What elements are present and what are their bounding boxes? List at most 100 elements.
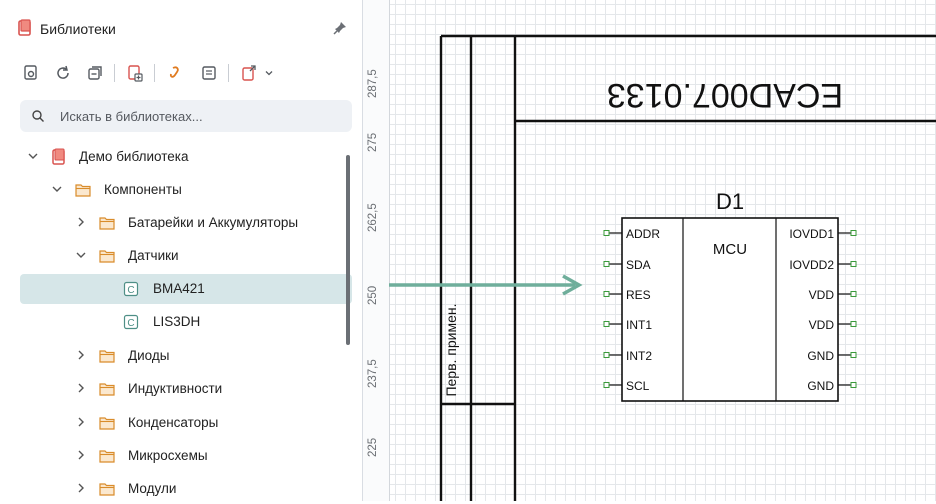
tree-item-sensors[interactable]: Датчики — [20, 241, 352, 271]
right-pin-6[interactable]: GND — [807, 379, 857, 393]
folder-icon — [99, 483, 115, 496]
left-pin-5[interactable]: INT2 — [603, 349, 652, 363]
panel-header: Библиотеки — [0, 0, 362, 58]
folder-icon — [99, 450, 115, 463]
right-pin-2[interactable]: IOVDD2 — [789, 258, 857, 272]
right-pin-5[interactable]: GND — [807, 349, 857, 363]
pin-label: VDD — [809, 318, 835, 332]
toolbar-separator — [228, 64, 229, 82]
margin-label: Перв. примен. — [443, 303, 459, 396]
tree-item-label: BMA421 — [153, 281, 205, 296]
link-button[interactable] — [164, 62, 186, 84]
library-search-input[interactable]: Искать в библиотеках... — [20, 100, 352, 132]
tree-scrollbar[interactable] — [346, 155, 350, 345]
chevron-down-icon[interactable] — [74, 248, 88, 262]
tree-item-diodes[interactable]: Диоды — [20, 341, 352, 371]
refresh-button[interactable] — [52, 62, 74, 84]
tree-item-label: Демо библиотека — [79, 149, 189, 164]
tree-item-label: Индуктивности — [128, 381, 223, 396]
toolbar-separator — [114, 64, 115, 82]
component-icon: C — [123, 314, 139, 330]
pin-label: SDA — [626, 258, 651, 272]
right-pin-3[interactable]: VDD — [809, 288, 857, 302]
folder-icon — [99, 383, 115, 396]
export-button[interactable] — [238, 62, 260, 84]
pin-label: INT1 — [626, 318, 652, 332]
libraries-panel: Библиотеки Искать в библиотеках... Демо … — [0, 0, 363, 501]
tree-item-label: Микросхемы — [128, 448, 208, 463]
collapse-icon — [88, 66, 102, 80]
left-pin-4[interactable]: INT1 — [603, 318, 652, 332]
component-d1[interactable]: D1 MCU ADDR SDA RES INT1 INT2 SCL IOVDD1… — [603, 189, 857, 402]
search-placeholder: Искать в библиотеках... — [60, 109, 203, 124]
tree-item-ics[interactable]: Микросхемы — [20, 441, 352, 471]
chevron-right-icon[interactable] — [74, 415, 88, 429]
right-pin-4[interactable]: VDD — [809, 318, 857, 332]
svg-text:C: C — [127, 318, 134, 329]
arrow-indicator — [389, 274, 583, 296]
add-library-button[interactable] — [124, 62, 146, 84]
export-library-icon — [242, 65, 256, 81]
properties-icon — [202, 66, 216, 80]
tree-item-label: Диоды — [128, 348, 170, 363]
pin-label: GND — [807, 379, 834, 393]
tree-item-inductors[interactable]: Индуктивности — [20, 374, 352, 404]
pin-label: GND — [807, 349, 834, 363]
chevron-right-icon[interactable] — [74, 348, 88, 362]
left-pin-3[interactable]: RES — [603, 288, 651, 302]
pin-label: INT2 — [626, 349, 652, 363]
folder-icon — [99, 250, 115, 263]
tree-item-modules[interactable]: Модули — [20, 474, 352, 504]
tree-item-label: Модули — [128, 481, 177, 496]
tree-item-label: LIS3DH — [153, 314, 201, 329]
tree-item-bma421[interactable]: C BMA421 — [20, 274, 352, 304]
search-icon — [32, 110, 44, 122]
left-pin-2[interactable]: SDA — [603, 258, 651, 272]
tree-item-label: Датчики — [128, 248, 179, 263]
tree-item-batteries[interactable]: Батарейки и Аккумуляторы — [20, 208, 352, 238]
left-pin-1[interactable]: ADDR — [603, 227, 660, 241]
tree-item-demo-library[interactable]: Демо библиотека — [20, 142, 352, 172]
pin-label: VDD — [809, 288, 835, 302]
chevron-down-icon — [265, 71, 273, 76]
component-icon: C — [123, 281, 139, 297]
tree-item-capacitors[interactable]: Конденсаторы — [20, 408, 352, 438]
chevron-right-icon[interactable] — [74, 381, 88, 395]
chevron-right-icon[interactable] — [74, 215, 88, 229]
folder-icon — [75, 184, 91, 197]
tree-item-label: Батарейки и Аккумуляторы — [128, 215, 299, 230]
link-icon — [169, 66, 179, 78]
folder-icon — [99, 350, 115, 363]
right-pin-1[interactable]: IOVDD1 — [789, 227, 857, 241]
component-ref: D1 — [716, 189, 744, 214]
left-pin-6[interactable]: SCL — [603, 379, 650, 393]
library-book-icon — [52, 148, 65, 165]
properties-button[interactable] — [198, 62, 220, 84]
schematic-drawing: ECAD007.0133 Перв. примен. D1 MCU ADDR S… — [389, 34, 936, 501]
svg-text:C: C — [127, 285, 134, 296]
pin-label: IOVDD1 — [789, 227, 834, 241]
view-button[interactable] — [20, 62, 42, 84]
folder-icon — [99, 217, 115, 230]
pin-label: IOVDD2 — [789, 258, 834, 272]
pin-icon[interactable] — [332, 20, 348, 36]
folder-icon — [99, 417, 115, 430]
pin-label: ADDR — [626, 227, 660, 241]
chevron-right-icon[interactable] — [74, 448, 88, 462]
library-toolbar — [20, 62, 320, 84]
schematic-canvas[interactable]: 287,5 275 262,5 250 237,5 225 ECAD007.01… — [363, 0, 936, 501]
library-book-icon — [18, 19, 31, 36]
chevron-down-icon[interactable] — [50, 182, 64, 196]
refresh-icon — [57, 65, 69, 79]
tree-item-label: Конденсаторы — [128, 415, 219, 430]
chevron-down-icon[interactable] — [26, 149, 40, 163]
tree-item-lis3dh[interactable]: C LIS3DH — [20, 307, 352, 337]
export-dropdown-button[interactable] — [262, 62, 276, 84]
tree-item-components[interactable]: Компоненты — [20, 175, 352, 205]
collapse-all-button[interactable] — [84, 62, 106, 84]
chevron-right-icon[interactable] — [74, 481, 88, 495]
eye-document-icon — [24, 65, 37, 80]
document-code: ECAD007.0133 — [607, 76, 843, 114]
pin-label: SCL — [626, 379, 650, 393]
add-library-icon — [128, 65, 143, 82]
